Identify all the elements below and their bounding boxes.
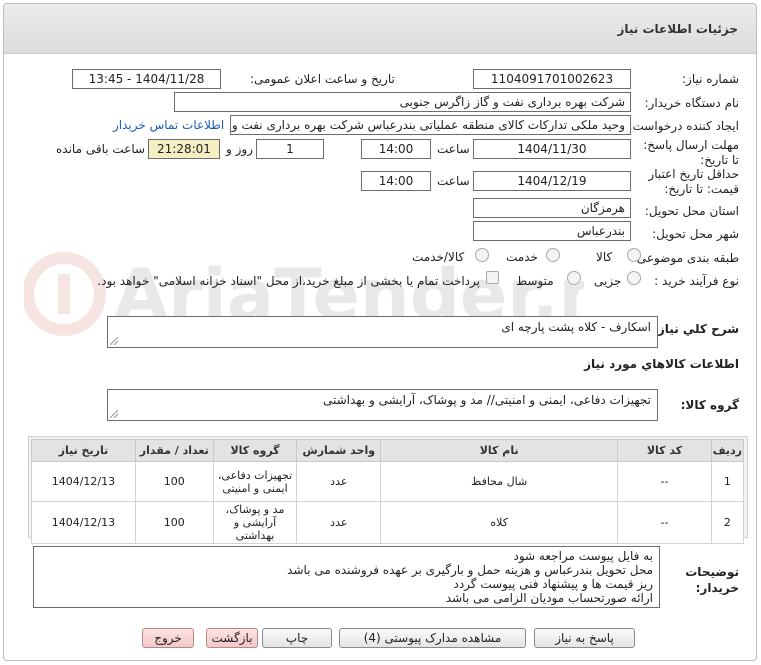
goods-group-label: گروه کالا:	[680, 398, 739, 412]
validity-label: حداقل تاریخ اعتبار قیمت: تا تاریخ:	[648, 167, 739, 196]
summary-text: اسکارف - کلاه پشت پارچه ای	[501, 320, 651, 334]
cell-date: 1404/12/13	[31, 461, 136, 502]
creator-label: ایجاد کننده درخواست:	[628, 119, 739, 133]
col-unit: واحد شمارش	[296, 439, 382, 462]
buyer-contact-link[interactable]: اطلاعات تماس خریدار	[113, 118, 224, 132]
deadline-date-field: 1404/11/30	[473, 139, 631, 159]
days-label: روز و	[226, 142, 253, 156]
exit-button[interactable]: خروج	[142, 628, 194, 648]
province-label: استان محل تحویل:	[644, 204, 739, 218]
buyer-note-line: محل تحویل بندرعباس و هزینه حمل و بارگیری…	[287, 563, 653, 577]
validity-time-field: 14:00	[361, 171, 431, 191]
cell-code: --	[617, 501, 712, 544]
col-qty: تعداد / مقدار	[134, 439, 214, 462]
buyer-org-field: شرکت بهره برداری نفت و گاز زاگرس جنوبی	[174, 92, 631, 112]
summary-textarea[interactable]: اسکارف - کلاه پشت پارچه ای	[107, 316, 658, 348]
back-button[interactable]: بازگشت	[206, 628, 258, 648]
payment-note: پرداخت تمام یا بخشی از مبلغ خرید،از محل …	[97, 274, 480, 288]
cell-group: تجهیزات دفاعی، ایمنی و امنیتی	[212, 461, 298, 502]
process-minor-label: جزیی	[594, 274, 622, 288]
table-row[interactable]: 2 -- کلاه عدد مد و پوشاک، آرایشی و بهداش…	[31, 501, 745, 544]
category-goods-label: کالا	[596, 250, 613, 264]
cell-qty: 100	[134, 461, 214, 502]
buyer-note-line: ریز قیمت ها و پیشنهاد فنی پیوست گردد	[453, 577, 653, 591]
cell-qty: 100	[134, 501, 214, 544]
title-bar: جزئیات اطلاعات نیاز	[4, 4, 756, 54]
deadline-time-field: 14:00	[361, 139, 431, 159]
page-title: جزئیات اطلاعات نیاز	[617, 22, 738, 36]
need-number-label: شماره نیاز:	[682, 72, 739, 86]
validity-time-label: ساعت	[437, 174, 470, 188]
print-button[interactable]: چاپ	[262, 628, 332, 648]
category-service-label: خدمت	[506, 250, 538, 264]
validity-date-field: 1404/12/19	[473, 171, 631, 191]
creator-field: وحید ملکی تدارکات کالای منطقه عملیاتی بن…	[230, 115, 631, 135]
buyer-notes-label: توضیحات خریدار:	[685, 565, 739, 595]
col-code: کد کالا	[617, 439, 712, 462]
cell-name: شال محافظ	[380, 461, 619, 502]
province-field: هرمزگان	[473, 198, 631, 218]
deadline-time-label: ساعت	[437, 142, 470, 156]
deadline-label: مهلت ارسال پاسخ: تا تاریخ:	[643, 138, 739, 167]
cell-name: کلاه	[380, 501, 619, 544]
goods-info-title: اطلاعات کالاهاي مورد نياز	[584, 357, 739, 371]
table-header-row: ردیف کد کالا نام کالا واحد شمارش گروه کا…	[31, 439, 745, 462]
cell-unit: عدد	[296, 461, 382, 502]
process-minor-radio[interactable]	[627, 271, 641, 285]
buyer-note-line: ارائه صورتحساب مودیان الزامی می باشد	[445, 591, 653, 605]
cell-code: --	[617, 461, 712, 502]
city-field: بندرعباس	[473, 221, 631, 241]
treasury-payment-checkbox[interactable]	[486, 271, 499, 284]
process-label: نوع فرآیند خرید :	[654, 274, 739, 288]
items-table: ردیف کد کالا نام کالا واحد شمارش گروه کا…	[31, 439, 745, 544]
days-field: 1	[256, 139, 324, 159]
process-medium-label: متوسط	[516, 274, 554, 288]
need-number-field: 1104091701002623	[473, 69, 631, 89]
buyer-note-line: به فایل پیوست مراجعه شود	[513, 549, 653, 563]
cell-row: 2	[710, 501, 745, 544]
resize-handle-icon[interactable]	[110, 337, 118, 345]
goods-group-text: تجهیزات دفاعی، ایمنی و امنیتی// مد و پوش…	[322, 393, 651, 407]
col-name: نام کالا	[380, 439, 619, 462]
resize-handle-icon[interactable]	[110, 410, 118, 418]
buyer-org-label: نام دستگاه خریدار:	[644, 96, 740, 110]
category-goods-service-label: کالا/خدمت	[412, 250, 465, 264]
table-row[interactable]: 1 -- شال محافظ عدد تجهیزات دفاعی، ایمنی …	[31, 461, 745, 502]
buyer-notes-textarea[interactable]: به فایل پیوست مراجعه شود محل تحویل بندرع…	[33, 546, 660, 608]
announce-field: 1404/11/28 - 13:45	[72, 69, 221, 89]
remaining-label: ساعت باقی مانده	[56, 142, 146, 156]
summary-label: شرح کلي نياز:	[653, 322, 739, 336]
city-label: شهر محل تحویل:	[652, 227, 739, 241]
goods-group-textarea[interactable]: تجهیزات دفاعی، ایمنی و امنیتی// مد و پوش…	[107, 389, 658, 421]
col-group: گروه کالا	[212, 439, 298, 462]
cell-group: مد و پوشاک، آرایشی و بهداشتی	[212, 501, 298, 544]
cell-date: 1404/12/13	[31, 501, 136, 544]
category-goods-radio[interactable]	[627, 248, 641, 262]
category-service-radio[interactable]	[546, 248, 560, 262]
category-goods-service-radio[interactable]	[475, 248, 489, 262]
remaining-time-field: 21:28:01	[148, 139, 220, 159]
cell-unit: عدد	[296, 501, 382, 544]
attachments-button[interactable]: مشاهده مدارک پیوستی (4)	[339, 628, 526, 648]
reply-button[interactable]: پاسخ به نیاز	[534, 628, 635, 648]
process-medium-radio[interactable]	[567, 271, 581, 285]
col-row: ردیف	[710, 439, 745, 462]
category-label: طبقه بندی موضوعی:	[632, 251, 739, 265]
cell-row: 1	[710, 461, 745, 502]
col-date: تاریخ نیاز	[31, 439, 136, 462]
announce-label: تاریخ و ساعت اعلان عمومی:	[250, 72, 395, 86]
